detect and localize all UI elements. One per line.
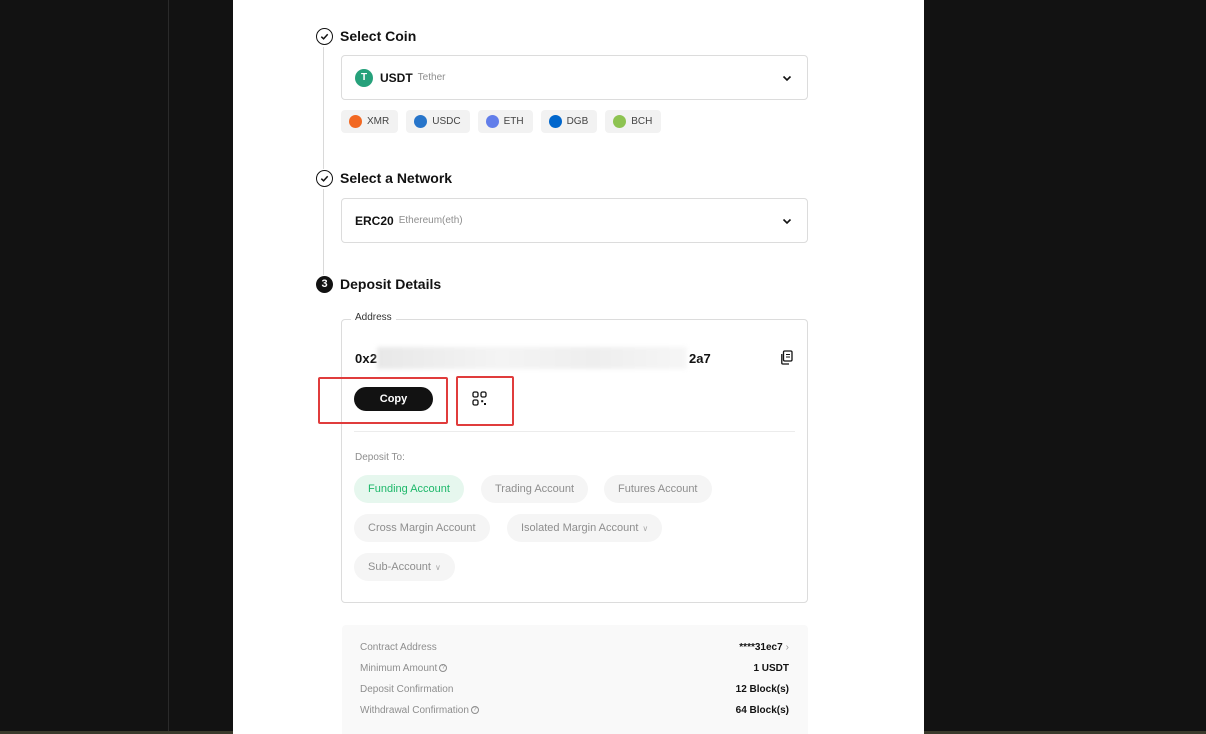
deposit-details-box: Address 0x2 2a7 Copy Deposit To: Funding… [318,312,808,603]
account-label: Futures Account [618,483,698,495]
highlight-copy-button [318,377,448,424]
chip-label: USDC [432,116,461,127]
deposit-info-panel: Contract Address ****31ec7 › Minimum Amou… [342,625,808,734]
address-suffix: 2a7 [689,351,711,366]
chevron-down-icon [782,218,792,225]
ethereum-icon [485,115,499,128]
info-label: Contract Address [360,641,437,653]
check-circle-icon [316,169,333,187]
coin-symbol: USDT [380,70,413,85]
coin-chip-xmr[interactable]: XMR [341,110,399,133]
info-row-minimum: Minimum Amount? 1 USDT [360,661,789,675]
deposit-to-label: Deposit To: [355,452,405,463]
network-select[interactable]: ERC20 Ethereum(eth) [341,198,808,243]
step-deposit-details: 3 Deposit Details [316,275,441,293]
account-label: Trading Account [495,483,575,495]
monero-icon [349,115,362,128]
usdc-icon [414,115,428,128]
chip-label: BCH [631,116,653,127]
help-icon[interactable]: ? [439,664,448,672]
step-connector [323,189,324,275]
info-key: Withdrawal Confirmation? [360,705,479,716]
account-trading[interactable]: Trading Account [481,475,589,503]
info-value: 64 Block(s) [735,704,789,716]
contract-address-link[interactable]: ****31ec7 › [739,642,789,653]
account-cross-margin[interactable]: Cross Margin Account [354,514,490,542]
account-futures[interactable]: Futures Account [604,475,712,503]
network-name: Ethereum(eth) [398,215,463,226]
coin-name: Tether [417,72,446,83]
coin-chip-dgb[interactable]: DGB [540,110,598,133]
coin-select[interactable]: T USDT Tether [341,55,808,100]
copy-address-icon[interactable] [780,350,794,365]
step-connector [323,47,324,169]
step-title: Select Coin [340,28,417,44]
digibyte-icon [548,115,562,128]
step-title: Select a Network [340,170,453,186]
chevron-down-icon [782,75,792,82]
chip-label: XMR [367,116,390,127]
left-divider [168,0,169,734]
account-funding[interactable]: Funding Account [354,475,464,503]
quick-coin-chips: XMR USDC ETH DGB BCH [341,110,662,133]
address-prefix: 0x2 [355,351,378,366]
step-number: 3 [316,275,333,293]
network-code: ERC20 [355,213,394,228]
account-label: Isolated Margin Account [521,522,639,534]
info-value: 1 USDT [753,662,789,674]
address-mask [377,347,687,369]
info-row-withdrawal-confirmation: Withdrawal Confirmation? 64 Block(s) [360,703,789,717]
info-row-deposit-confirmation: Deposit Confirmation 12 Block(s) [360,682,789,696]
chevron-right-icon: › [785,641,789,653]
info-row-contract: Contract Address ****31ec7 › [360,640,789,654]
tether-logo-icon: T [355,68,373,87]
coin-chip-bch[interactable]: BCH [605,110,662,133]
coin-chip-eth[interactable]: ETH [477,110,533,133]
info-label: Minimum Amount [360,662,438,674]
deposit-panel: Select Coin T USDT Tether XMR USDC ETH D… [233,0,924,734]
chip-label: ETH [503,116,524,127]
account-label: Sub-Account [368,561,431,573]
chevron-down-icon: ∨ [642,523,649,533]
help-icon[interactable]: ? [470,706,479,714]
account-isolated-margin[interactable]: Isolated Margin Account ∨ [507,514,663,542]
info-label: Withdrawal Confirmation [360,704,469,716]
highlight-qr-button [456,376,514,426]
chevron-down-icon: ∨ [434,562,441,572]
coin-chip-usdc[interactable]: USDC [406,110,470,133]
bitcoin-cash-icon [613,115,627,128]
check-circle-icon [316,27,333,45]
step-select-coin: Select Coin [316,27,416,45]
info-label: Deposit Confirmation [360,683,454,695]
divider [354,431,795,432]
info-key: Minimum Amount? [360,662,448,674]
account-label: Cross Margin Account [368,522,476,534]
account-label: Funding Account [368,483,450,495]
step-title: Deposit Details [340,276,442,292]
chip-label: DGB [566,116,589,127]
info-value: 12 Block(s) [735,683,789,695]
address-label: Address [351,312,396,323]
step-select-network: Select a Network [316,169,452,187]
account-sub-account[interactable]: Sub-Account ∨ [354,553,455,581]
info-value: ****31ec7 [739,641,783,653]
